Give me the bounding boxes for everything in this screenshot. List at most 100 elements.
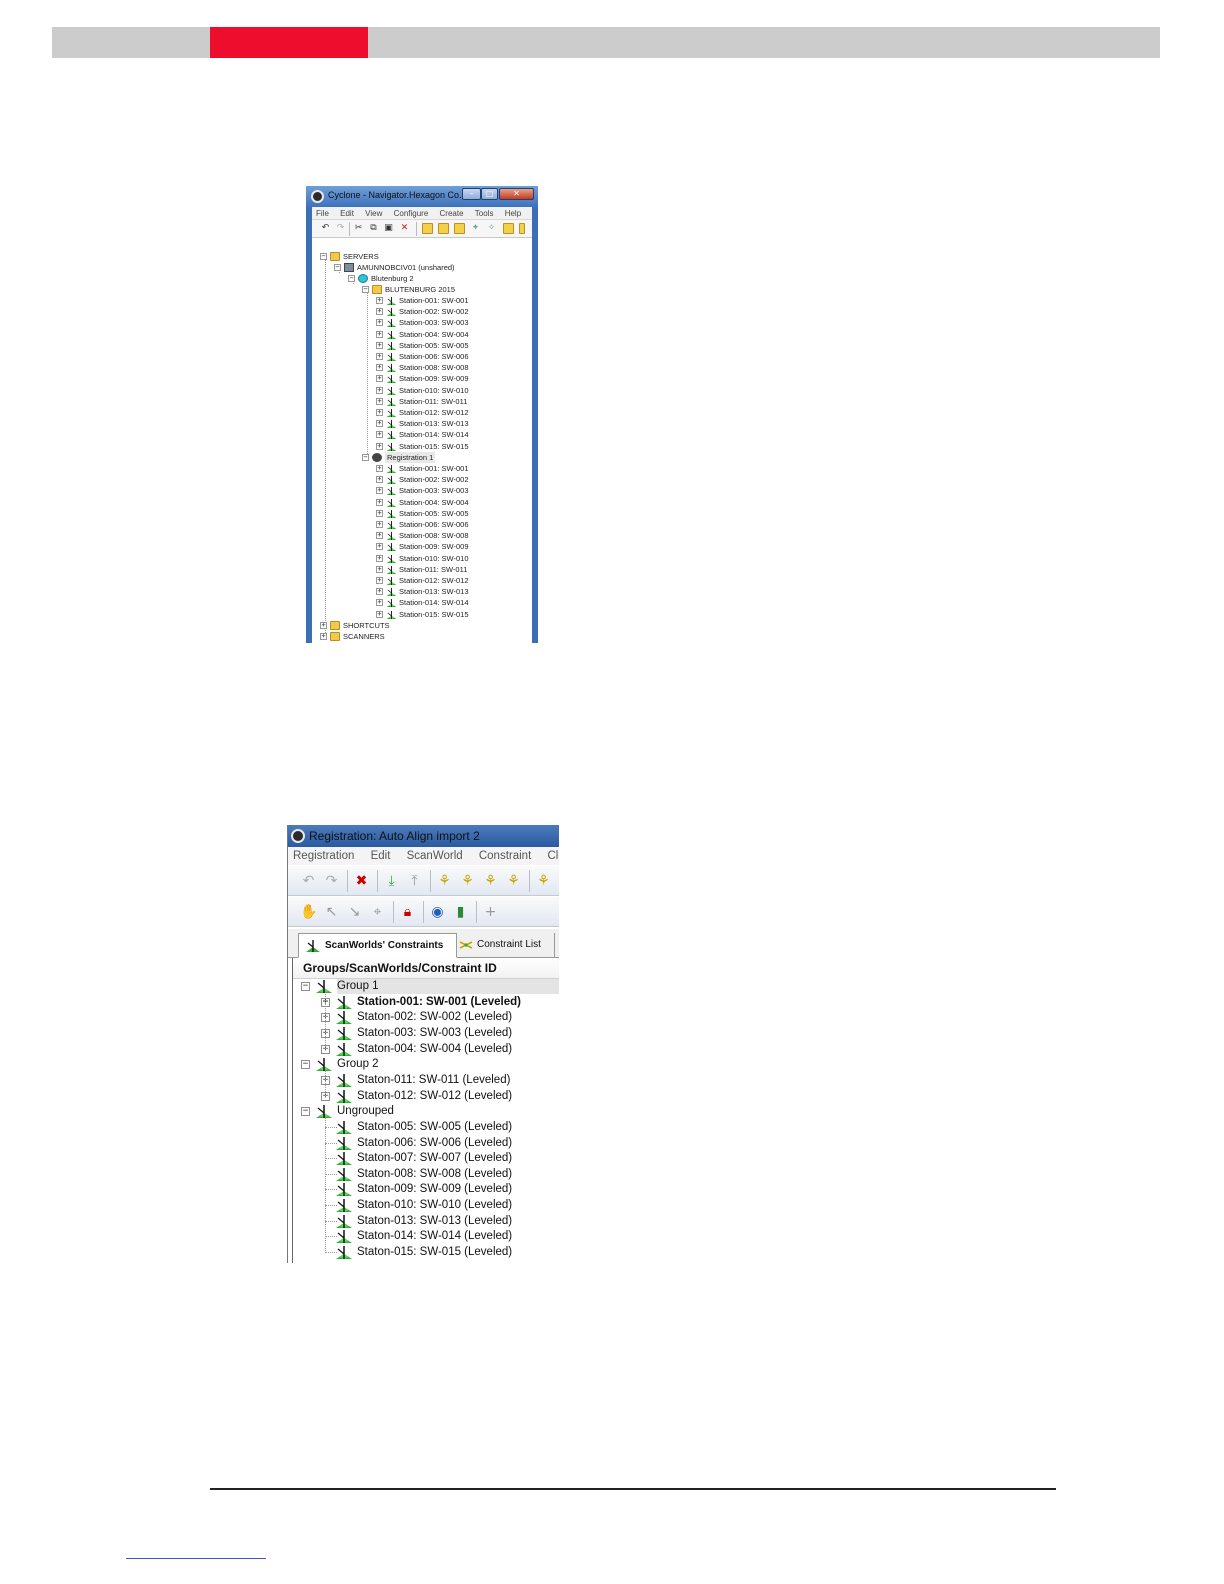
add-icon[interactable]: +: [482, 904, 499, 921]
expand-toggle[interactable]: +: [376, 532, 383, 540]
copy-icon[interactable]: ⧉: [368, 223, 379, 234]
expand-toggle[interactable]: +: [376, 386, 383, 394]
menu-constraint[interactable]: Constraint: [479, 850, 531, 862]
menu-help[interactable]: Help: [505, 207, 521, 220]
tab-constraint-list[interactable]: Constraint List: [458, 933, 555, 958]
remove-scanworld-icon[interactable]: ⤒: [406, 873, 423, 890]
expand-toggle[interactable]: +: [376, 409, 383, 416]
new-folder-icon[interactable]: [422, 223, 433, 234]
tree-label: SHORTCUTS: [343, 621, 390, 630]
lock-icon[interactable]: 🔒︎: [399, 904, 416, 921]
constraint-tool-icon[interactable]: ⚘: [535, 873, 552, 890]
expand-toggle[interactable]: +: [376, 554, 383, 562]
expand-toggle[interactable]: +: [320, 633, 327, 640]
expand-toggle[interactable]: +: [376, 319, 383, 327]
redo-icon[interactable]: ↷: [323, 873, 340, 890]
undo-icon[interactable]: ↶: [320, 223, 331, 234]
collapse-toggle[interactable]: −: [334, 264, 341, 271]
expand-toggle[interactable]: +: [376, 397, 383, 405]
new-modelspace-icon[interactable]: [503, 223, 514, 234]
header-band-left: [52, 27, 210, 58]
expand-toggle[interactable]: +: [376, 599, 383, 607]
collapse-toggle[interactable]: −: [301, 1060, 310, 1070]
toolbar-separator: [349, 222, 350, 236]
expand-toggle[interactable]: +: [376, 375, 383, 383]
expand-toggle[interactable]: +: [376, 364, 383, 372]
cut-icon[interactable]: ✂: [353, 223, 364, 234]
maximize-button[interactable]: □: [481, 188, 498, 200]
scanworld-icon: [386, 341, 397, 350]
registration-toolbar-top: ↶ ↷ ✖ ⤓ ⤒ ⚘ ⚘ ⚘ ⚘ ⚘: [288, 866, 559, 896]
tree-label: Station-013: SW-013: [399, 419, 469, 429]
expand-toggle[interactable]: +: [376, 476, 383, 484]
expand-toggle[interactable]: +: [376, 543, 383, 551]
menu-edit[interactable]: Edit: [371, 850, 391, 862]
new-registration-icon[interactable]: ✧: [486, 223, 497, 234]
collapse-toggle[interactable]: −: [362, 454, 369, 461]
globe-icon[interactable]: ◉: [429, 904, 446, 921]
select-icon[interactable]: ↖: [323, 904, 340, 921]
expand-toggle[interactable]: +: [376, 297, 383, 304]
expand-toggle[interactable]: +: [376, 509, 383, 517]
expand-toggle[interactable]: +: [376, 420, 383, 428]
delete-icon[interactable]: ✖: [353, 873, 370, 890]
delete-icon[interactable]: ✕: [399, 223, 410, 234]
undo-icon[interactable]: ↶: [300, 873, 317, 890]
menu-view[interactable]: View: [365, 207, 382, 220]
menu-registration[interactable]: Registration: [293, 850, 354, 862]
menu-tools[interactable]: Tools: [475, 207, 494, 220]
expand-toggle[interactable]: +: [376, 330, 383, 338]
scanworld-icon: [386, 465, 397, 473]
collapse-toggle[interactable]: −: [348, 275, 355, 282]
scanworld-icon: [336, 1214, 352, 1228]
expand-toggle[interactable]: +: [376, 588, 383, 596]
pan-icon[interactable]: ✋: [300, 904, 317, 921]
add-scanworld-icon[interactable]: ⤓: [383, 873, 400, 890]
expand-toggle[interactable]: +: [376, 610, 383, 618]
expand-toggle[interactable]: +: [376, 431, 383, 439]
target-icon[interactable]: ⌖: [369, 904, 386, 921]
tab-label: Constraint List: [477, 939, 541, 950]
menu-edit[interactable]: Edit: [340, 207, 354, 220]
open-folder-icon[interactable]: [438, 223, 449, 234]
expand-toggle[interactable]: +: [376, 565, 383, 573]
expand-toggle[interactable]: +: [376, 353, 383, 360]
new-project-icon[interactable]: [454, 223, 465, 234]
paste-icon[interactable]: ▣: [383, 223, 394, 234]
tree-label: Station-009: SW-009: [399, 374, 469, 384]
collapse-toggle[interactable]: −: [301, 1107, 310, 1117]
menu-scanworld[interactable]: ScanWorld: [407, 850, 463, 862]
expand-toggle[interactable]: +: [320, 622, 327, 629]
collapse-toggle[interactable]: −: [301, 982, 310, 991]
auto-add-constraints-icon[interactable]: ⚘: [436, 873, 453, 890]
delete-constraint-icon[interactable]: ⚘: [505, 873, 522, 890]
optimize-constraint-icon[interactable]: ⚘: [482, 873, 499, 890]
more-tools-icon[interactable]: [519, 223, 525, 234]
navigator-client: File Edit View Configure Create Tools He…: [312, 207, 532, 643]
scanworld-icon: [306, 940, 320, 952]
expand-toggle[interactable]: +: [376, 498, 383, 506]
minimize-button[interactable]: –: [462, 188, 481, 200]
expand-toggle[interactable]: +: [376, 577, 383, 584]
expand-toggle[interactable]: +: [376, 341, 383, 349]
scanner-icon[interactable]: ▮: [452, 904, 469, 921]
redo-icon[interactable]: ↷: [335, 223, 346, 234]
expand-toggle[interactable]: +: [376, 308, 383, 316]
scanworld-icon: [386, 565, 397, 574]
menu-cloud[interactable]: Clo: [547, 850, 559, 862]
collapse-toggle[interactable]: −: [320, 253, 327, 260]
tab-scanworlds-constraints[interactable]: ScanWorlds' Constraints: [298, 933, 457, 958]
expand-toggle[interactable]: +: [376, 521, 383, 528]
close-button[interactable]: ✕: [499, 188, 534, 200]
expand-toggle[interactable]: +: [376, 465, 383, 472]
expand-toggle[interactable]: +: [376, 487, 383, 495]
menu-create[interactable]: Create: [440, 207, 464, 220]
new-scanworld-icon[interactable]: ✦: [470, 223, 481, 234]
expand-toggle[interactable]: +: [376, 442, 383, 450]
pick-icon[interactable]: ↘: [346, 904, 363, 921]
collapse-toggle[interactable]: −: [362, 286, 369, 293]
tree-column-header[interactable]: Groups/ScanWorlds/Constraint ID: [293, 958, 559, 979]
menu-file[interactable]: File: [316, 207, 329, 220]
menu-configure[interactable]: Configure: [394, 207, 429, 220]
add-cloud-constraint-icon[interactable]: ⚘: [459, 873, 476, 890]
